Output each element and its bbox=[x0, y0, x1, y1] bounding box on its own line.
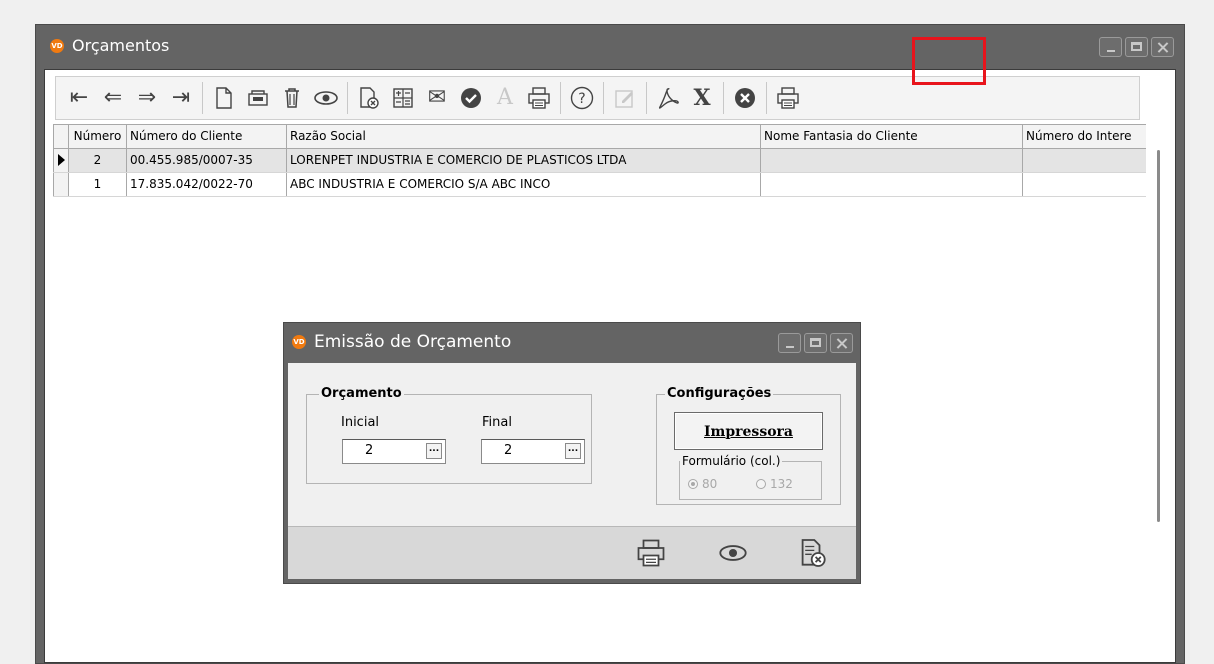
emissao-orcamento-dialog: VD Emissão de Orçamento Orçamento Inicia… bbox=[283, 322, 861, 584]
inicial-label: Inicial bbox=[341, 415, 380, 430]
cell-numero[interactable]: 2 bbox=[69, 149, 127, 172]
toolbar-separator bbox=[202, 82, 203, 114]
check-circle-icon[interactable] bbox=[454, 80, 488, 116]
view-icon[interactable] bbox=[309, 80, 343, 116]
dialog-maximize-button[interactable] bbox=[804, 333, 827, 353]
cancel-icon[interactable] bbox=[796, 537, 830, 569]
radio-80-dot bbox=[688, 479, 698, 489]
radio-80-label: 80 bbox=[702, 477, 718, 491]
cell-numero[interactable]: 1 bbox=[69, 173, 127, 196]
final-lookup-button[interactable]: ... bbox=[565, 443, 581, 459]
window-title: Orçamentos bbox=[72, 36, 170, 55]
grid-header: Número Número do Cliente Razão Social No… bbox=[53, 124, 1146, 149]
radio-132-dot bbox=[756, 479, 766, 489]
cell-numero-interessado[interactable] bbox=[1023, 173, 1146, 196]
toolbar-separator bbox=[603, 82, 604, 114]
row-indicator-header bbox=[53, 125, 69, 148]
print-icon[interactable] bbox=[634, 537, 668, 569]
final-field[interactable]: 2 ... bbox=[481, 439, 585, 464]
pdf-icon[interactable] bbox=[651, 80, 685, 116]
cell-razao-social[interactable]: LORENPET INDUSTRIA E COMERCIO DE PLASTIC… bbox=[287, 149, 761, 172]
row-indicator bbox=[53, 173, 69, 196]
print-budget-icon[interactable] bbox=[771, 80, 805, 116]
column-header-numero[interactable]: Número bbox=[69, 125, 127, 148]
cell-nome-fantasia[interactable] bbox=[761, 173, 1023, 196]
toolbar-separator bbox=[560, 82, 561, 114]
formulario-group-legend: Formulário (col.) bbox=[680, 454, 783, 468]
app-logo-icon: VD bbox=[292, 335, 306, 349]
toolbar-separator bbox=[646, 82, 647, 114]
edit-disabled-icon bbox=[608, 80, 642, 116]
column-header-razao-social[interactable]: Razão Social bbox=[287, 125, 761, 148]
preview-icon[interactable] bbox=[716, 537, 750, 569]
configuracoes-group-legend: Configurações bbox=[665, 386, 774, 401]
first-record-icon[interactable]: ⇤ bbox=[62, 80, 96, 116]
print-icon[interactable] bbox=[522, 80, 556, 116]
calculator-icon[interactable] bbox=[386, 80, 420, 116]
close-circle-icon[interactable] bbox=[728, 80, 762, 116]
radio-132-label: 132 bbox=[770, 477, 793, 491]
inicial-lookup-button[interactable]: ... bbox=[426, 443, 442, 459]
radio-132: 132 bbox=[756, 477, 793, 491]
dialog-close-button[interactable] bbox=[830, 333, 853, 353]
minimize-button[interactable] bbox=[1099, 37, 1122, 57]
column-header-nome-fantasia[interactable]: Nome Fantasia do Cliente bbox=[761, 125, 1023, 148]
cell-numero-cliente[interactable]: 00.455.985/0007-35 bbox=[127, 149, 287, 172]
row-indicator bbox=[53, 149, 69, 172]
vertical-scrollbar[interactable] bbox=[1157, 150, 1160, 522]
dialog-title-bar[interactable]: VD Emissão de Orçamento bbox=[284, 323, 860, 363]
table-row[interactable]: 2 00.455.985/0007-35 LORENPET INDUSTRIA … bbox=[53, 149, 1146, 173]
current-row-arrow-icon bbox=[58, 154, 65, 166]
dialog-body: Orçamento Inicial 2 ... Final 2 ... Conf… bbox=[288, 363, 856, 579]
dialog-window-controls bbox=[778, 333, 853, 353]
toolbar-separator bbox=[347, 82, 348, 114]
app-logo-icon: VD bbox=[50, 39, 64, 53]
column-header-numero-cliente[interactable]: Número do Cliente bbox=[127, 125, 287, 148]
delete-icon[interactable] bbox=[275, 80, 309, 116]
column-header-numero-interessado[interactable]: Número do Intere bbox=[1023, 125, 1146, 148]
cell-razao-social[interactable]: ABC INDUSTRIA E COMERCIO S/A ABC INCO bbox=[287, 173, 761, 196]
table-row[interactable]: 1 17.835.042/0022-70 ABC INDUSTRIA E COM… bbox=[53, 173, 1146, 197]
close-button[interactable] bbox=[1151, 37, 1174, 57]
cell-numero-cliente[interactable]: 17.835.042/0022-70 bbox=[127, 173, 287, 196]
mail-icon[interactable]: ✉ bbox=[420, 80, 454, 116]
window-controls bbox=[1099, 37, 1174, 57]
dialog-footer bbox=[288, 526, 856, 579]
configuracoes-group: Configurações Impressora Formulário (col… bbox=[656, 386, 841, 505]
excel-icon[interactable]: X bbox=[685, 80, 719, 116]
new-document-icon[interactable] bbox=[207, 80, 241, 116]
next-record-icon[interactable]: ⇒ bbox=[130, 80, 164, 116]
toolbar-separator bbox=[766, 82, 767, 114]
document-cancel-icon[interactable] bbox=[352, 80, 386, 116]
help-icon[interactable]: ? bbox=[565, 80, 599, 116]
inicial-field[interactable]: 2 ... bbox=[342, 439, 446, 464]
svg-text:?: ? bbox=[578, 91, 585, 107]
inicial-value: 2 bbox=[365, 443, 374, 458]
dialog-title: Emissão de Orçamento bbox=[314, 332, 512, 352]
previous-record-icon[interactable]: ⇐ bbox=[96, 80, 130, 116]
font-icon: A bbox=[497, 85, 513, 110]
toolbar: ⇤ ⇐ ⇒ ⇥ ✉ A ? X bbox=[55, 76, 1140, 120]
toolbar-separator bbox=[723, 82, 724, 114]
title-bar[interactable]: VD Orçamentos bbox=[36, 25, 1184, 69]
edit-icon[interactable] bbox=[241, 80, 275, 116]
orcamento-group-legend: Orçamento bbox=[319, 386, 404, 401]
last-record-icon[interactable]: ⇥ bbox=[164, 80, 198, 116]
formulario-group: Formulário (col.) 80 132 bbox=[679, 454, 822, 500]
orcamento-group: Orçamento Inicial 2 ... Final 2 ... bbox=[306, 386, 592, 484]
maximize-button[interactable] bbox=[1125, 37, 1148, 57]
orcamentos-grid: Número Número do Cliente Razão Social No… bbox=[53, 124, 1146, 204]
final-label: Final bbox=[482, 415, 512, 430]
cell-nome-fantasia[interactable] bbox=[761, 149, 1023, 172]
radio-80: 80 bbox=[688, 477, 717, 491]
final-value: 2 bbox=[504, 443, 513, 458]
dialog-minimize-button[interactable] bbox=[778, 333, 801, 353]
impressora-button[interactable]: Impressora bbox=[674, 412, 823, 450]
cell-numero-interessado[interactable] bbox=[1023, 149, 1146, 172]
